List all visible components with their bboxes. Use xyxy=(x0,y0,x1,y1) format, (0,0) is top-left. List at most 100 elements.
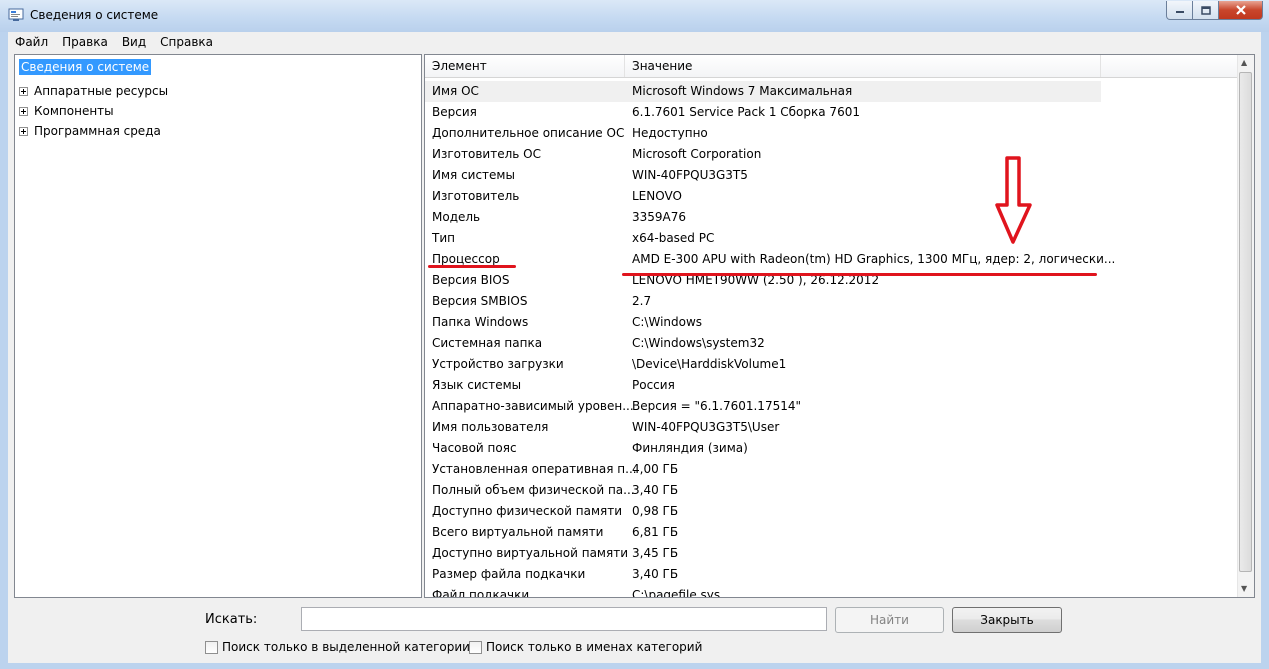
table-row[interactable]: Доступно физической памяти 0,98 ГБ xyxy=(425,501,1238,522)
value-cell: Финляндия (зима) xyxy=(632,441,748,455)
table-row[interactable]: Дополнительное описание ОС Недоступно xyxy=(425,123,1238,144)
close-window-button[interactable] xyxy=(1219,1,1263,20)
value-cell: WIN-40FPQU3G3T5 xyxy=(632,168,748,182)
item-cell: Системная папка xyxy=(432,336,543,350)
item-cell: Изготовитель ОС xyxy=(432,147,541,161)
column-header-item[interactable]: Элемент xyxy=(425,55,625,77)
table-row[interactable]: Всего виртуальной памяти 6,81 ГБ xyxy=(425,522,1238,543)
minimize-icon xyxy=(1175,11,1184,13)
table-row[interactable]: Изготовитель ОС Microsoft Corporation xyxy=(425,144,1238,165)
checkbox-box[interactable] xyxy=(469,640,482,654)
value-cell: Россия xyxy=(632,378,675,392)
table-row[interactable]: Процессор AMD E-300 APU with Radeon(tm) H… xyxy=(425,249,1238,270)
details-list: Элемент Значение Имя ОС Microsoft Windows… xyxy=(424,54,1255,598)
menu-file[interactable]: Файл xyxy=(8,35,55,49)
annotation-underline-label xyxy=(428,265,516,268)
close-icon xyxy=(1235,5,1246,15)
item-cell: Дополнительное описание ОС xyxy=(432,126,625,140)
column-header-value[interactable]: Значение xyxy=(625,55,1101,77)
checkbox-selected-category[interactable]: Поиск только в выделенной категории xyxy=(205,640,470,654)
checkbox-box[interactable] xyxy=(205,640,218,654)
vertical-scrollbar[interactable]: ▲ ▼ xyxy=(1237,55,1254,597)
value-cell: \Device\HarddiskVolume1 xyxy=(632,357,787,371)
item-cell: Процессор xyxy=(432,252,500,266)
expand-plus-icon[interactable] xyxy=(19,86,28,96)
table-row[interactable]: Размер файла подкачки 3,40 ГБ xyxy=(425,564,1238,585)
tree-item-hardware[interactable]: Аппаратные ресурсы xyxy=(19,82,168,100)
table-row[interactable]: Язык системы Россия xyxy=(425,375,1238,396)
value-cell: Недоступно xyxy=(632,126,708,140)
table-row[interactable]: Установленная оперативная п... 4,00 ГБ xyxy=(425,459,1238,480)
item-cell: Версия SMBIOS xyxy=(432,294,528,308)
maximize-button[interactable] xyxy=(1193,1,1219,20)
table-row[interactable]: Версия 6.1.7601 Service Pack 1 Сборка 760… xyxy=(425,102,1238,123)
maximize-icon xyxy=(1200,5,1211,15)
minimize-button[interactable] xyxy=(1166,1,1193,20)
table-row[interactable]: Системная папка C:\Windows\system32 xyxy=(425,333,1238,354)
table-row[interactable]: Полный объем физической па... 3,40 ГБ xyxy=(425,480,1238,501)
category-tree: Сведения о системе Аппаратные ресурсы Ко… xyxy=(14,54,422,598)
item-cell: Аппаратно-зависимый уровен... xyxy=(432,399,634,413)
search-input[interactable] xyxy=(301,607,827,631)
table-row[interactable]: Файл подкачки C:\pagefile.sys xyxy=(425,585,1238,598)
menu-edit[interactable]: Правка xyxy=(55,35,115,49)
table-row[interactable]: Доступно виртуальной памяти 3,45 ГБ xyxy=(425,543,1238,564)
scroll-up-arrow-icon[interactable]: ▲ xyxy=(1241,58,1247,67)
value-cell: 3359A76 xyxy=(632,210,687,224)
item-cell: Файл подкачки xyxy=(432,588,530,598)
table-row[interactable]: Папка Windows C:\Windows xyxy=(425,312,1238,333)
tree-item-components[interactable]: Компоненты xyxy=(19,102,114,120)
tree-item-label: Программная среда xyxy=(34,124,161,138)
tree-item-software[interactable]: Программная среда xyxy=(19,122,161,140)
table-row[interactable]: Часовой пояс Финляндия (зима) xyxy=(425,438,1238,459)
item-cell: Имя пользователя xyxy=(432,420,549,434)
table-row[interactable]: Имя системы WIN-40FPQU3G3T5 xyxy=(425,165,1238,186)
window-title: Сведения о системе xyxy=(30,8,159,22)
value-cell: x64-based PC xyxy=(632,231,715,245)
value-cell: 3,40 ГБ xyxy=(632,483,679,497)
value-cell: C:\pagefile.sys xyxy=(632,588,721,598)
item-cell: Папка Windows xyxy=(432,315,529,329)
value-cell: AMD E-300 APU with Radeon(tm) HD Graphic… xyxy=(632,252,1116,266)
item-cell: Доступно виртуальной памяти xyxy=(432,546,628,560)
value-cell: 0,98 ГБ xyxy=(632,504,679,518)
value-cell: Версия = "6.1.7601.17514" xyxy=(632,399,801,413)
table-row[interactable]: Модель 3359A76 xyxy=(425,207,1238,228)
table-row[interactable]: Изготовитель LENOVO xyxy=(425,186,1238,207)
item-cell: Часовой пояс xyxy=(432,441,517,455)
table-row[interactable]: Тип x64-based PC xyxy=(425,228,1238,249)
search-label: Искать: xyxy=(205,612,258,627)
item-cell: Имя ОС xyxy=(432,84,479,98)
item-cell: Доступно физической памяти xyxy=(432,504,623,518)
value-cell: Microsoft Corporation xyxy=(632,147,762,161)
item-cell: Всего виртуальной памяти xyxy=(432,525,604,539)
menu-help[interactable]: Справка xyxy=(153,35,220,49)
menu-view[interactable]: Вид xyxy=(115,35,153,49)
item-cell: Версия BIOS xyxy=(432,273,510,287)
scroll-down-arrow-icon[interactable]: ▼ xyxy=(1241,584,1247,593)
table-row[interactable]: Имя пользователя WIN-40FPQU3G3T5\User xyxy=(425,417,1238,438)
checkbox-category-names[interactable]: Поиск только в именах категорий xyxy=(469,640,702,654)
scrollbar-thumb[interactable] xyxy=(1239,72,1252,572)
table-row[interactable]: Версия SMBIOS 2.7 xyxy=(425,291,1238,312)
value-cell: 3,40 ГБ xyxy=(632,567,679,581)
item-cell: Версия xyxy=(432,105,477,119)
checkbox-label: Поиск только в именах категорий xyxy=(486,640,703,654)
value-cell: 4,00 ГБ xyxy=(632,462,679,476)
expand-plus-icon[interactable] xyxy=(19,106,28,116)
value-cell: C:\Windows\system32 xyxy=(632,336,765,350)
menu-bar: Файл Правка Вид Справка xyxy=(8,32,1261,51)
table-row[interactable]: Устройство загрузки \Device\HarddiskVolum… xyxy=(425,354,1238,375)
expand-plus-icon[interactable] xyxy=(19,126,28,136)
table-row[interactable]: Имя ОС Microsoft Windows 7 Максимальная xyxy=(425,81,1101,102)
item-cell: Размер файла подкачки xyxy=(432,567,586,581)
tree-root-item[interactable]: Сведения о системе xyxy=(19,59,152,75)
find-button[interactable]: Найти xyxy=(835,607,944,633)
item-cell: Имя системы xyxy=(432,168,515,182)
value-cell: 3,45 ГБ xyxy=(632,546,679,560)
value-cell: LENOVO xyxy=(632,189,682,203)
close-button[interactable]: Закрыть xyxy=(952,607,1062,633)
value-cell: Microsoft Windows 7 Максимальная xyxy=(632,84,853,98)
table-row[interactable]: Аппаратно-зависимый уровен... Версия = "6… xyxy=(425,396,1238,417)
value-cell: 6.1.7601 Service Pack 1 Сборка 7601 xyxy=(632,105,860,119)
